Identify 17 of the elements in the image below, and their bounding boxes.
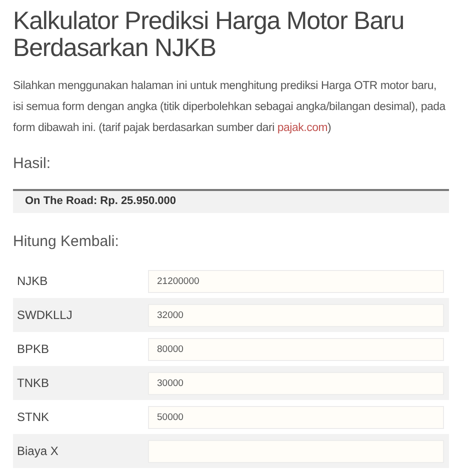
- field-label: STNK: [17, 410, 50, 424]
- input-field[interactable]: 50000: [148, 406, 444, 428]
- field-label: BPKB: [17, 342, 50, 356]
- input-field[interactable]: 32000: [148, 304, 444, 326]
- source-link[interactable]: pajak.com: [277, 122, 328, 134]
- field-label: TNKB: [17, 376, 50, 390]
- field-label: NJKB: [17, 274, 49, 288]
- page-title: Kalkulator Prediksi Harga Motor Baru Berdasarkan NJKB: [13, 8, 406, 62]
- field-label: SWDKLLJ: [17, 308, 74, 322]
- input-field[interactable]: 30000: [148, 372, 444, 394]
- field-label: Biaya X: [17, 444, 60, 458]
- input-field[interactable]: 80000: [148, 338, 444, 360]
- intro-paragraph: Silahkan menggunakan halaman ini untuk menghitung prediksi Harga OTR motor baru, isi semua form dengan angka (titik diperbolehkan sebagai angka/bilangan desimal), pada form dibawah ini. (tarif pajak berdasarkan sumber dari pajak.com): [13, 79, 447, 136]
- result-bar: On The Road: Rp. 25.950.000: [13, 189, 449, 213]
- form-heading: Hitung Kembali:: [13, 233, 120, 250]
- input-field[interactable]: 21200000: [148, 270, 444, 292]
- result-heading: Hasil:: [13, 155, 52, 172]
